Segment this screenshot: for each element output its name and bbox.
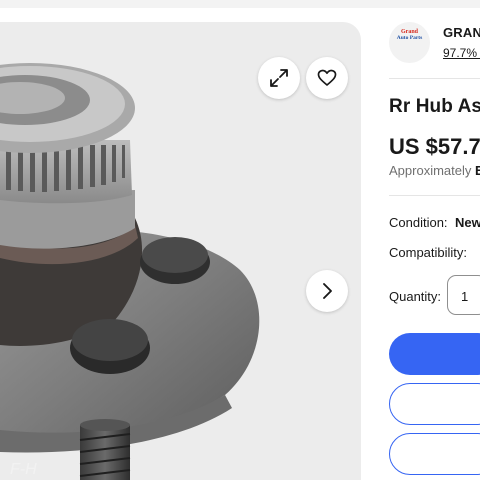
- product-image: F-H: [0, 63, 260, 480]
- next-image-button[interactable]: [306, 270, 348, 312]
- seller-logo[interactable]: Grand Auto Parts: [389, 22, 430, 63]
- compatibility-label: Compatibility:: [389, 245, 468, 260]
- expand-icon: [270, 69, 288, 87]
- heart-icon: [317, 69, 337, 86]
- condition-label: Condition:: [389, 215, 448, 230]
- expand-image-button[interactable]: [258, 57, 300, 99]
- seller-logo-image: Grand Auto Parts: [397, 29, 423, 41]
- divider: [389, 195, 480, 196]
- watermark-text: F-H: [10, 461, 37, 478]
- buy-it-now-button[interactable]: [389, 333, 480, 375]
- approximate-price: Approximately E: [389, 163, 480, 178]
- product-image-panel[interactable]: F-H: [0, 22, 361, 480]
- seller-feedback-link[interactable]: 97.7% p: [443, 46, 480, 60]
- seller-logo-text-bottom: Auto Parts: [397, 35, 423, 41]
- add-to-cart-button[interactable]: [389, 383, 480, 425]
- approximate-prefix: Approximately: [389, 163, 475, 178]
- top-strip: [0, 0, 480, 8]
- seller-name[interactable]: GRAN: [443, 25, 480, 40]
- add-to-watchlist-secondary-button[interactable]: [389, 433, 480, 475]
- item-price: US $57.72: [389, 134, 480, 159]
- condition-value: New: [455, 215, 480, 230]
- item-title: Rr Hub Ass: [389, 96, 480, 117]
- quantity-value: 1: [461, 289, 469, 304]
- chevron-right-icon: [323, 283, 332, 299]
- divider: [389, 78, 480, 79]
- add-to-watchlist-button[interactable]: [306, 57, 348, 99]
- quantity-label: Quantity:: [389, 289, 442, 304]
- approximate-value: E: [474, 163, 480, 178]
